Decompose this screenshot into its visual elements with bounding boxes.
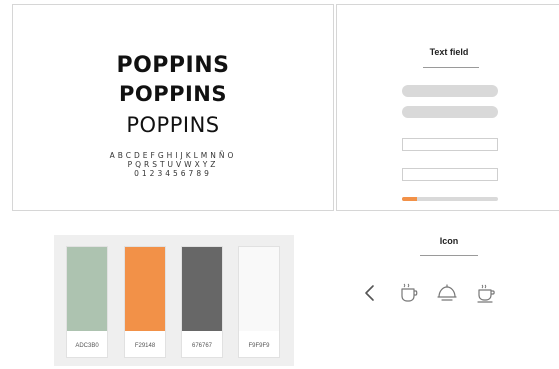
filled-text-field[interactable] xyxy=(402,106,498,118)
food-cloche-icon xyxy=(435,281,459,305)
tea-cup-icon xyxy=(474,281,498,305)
chevron-left-icon[interactable] xyxy=(361,281,379,305)
font-sample-bold: POPPINS xyxy=(118,82,228,106)
color-swatch xyxy=(182,247,222,331)
color-swatch xyxy=(67,247,107,331)
color-swatch-label: ADC3B0 xyxy=(75,343,99,349)
color-swatch-label: F29148 xyxy=(134,343,156,349)
progress-bar xyxy=(402,197,498,201)
color-swatch xyxy=(239,247,279,331)
icon-section-title: Icon xyxy=(439,236,459,246)
color-swatch-label: 676767 xyxy=(191,343,213,349)
text-field-panel: Text field xyxy=(336,4,559,211)
color-swatch xyxy=(125,247,165,331)
font-sample-regular: POPPINS xyxy=(126,113,220,137)
glyph-sample-line-1: ABCDEFGHIJKLMNÑO xyxy=(109,151,237,160)
glyph-sample-line-3: 0123456789 xyxy=(134,169,212,178)
icon-section-title-underline xyxy=(420,255,478,256)
filled-text-field[interactable] xyxy=(402,85,498,97)
color-swatch-card: 676767 xyxy=(181,246,223,358)
font-sample-black: POPPINS xyxy=(116,53,230,78)
outlined-text-field[interactable] xyxy=(402,138,498,151)
glyph-sample-line-2: PQRSTUVWXYZ xyxy=(127,160,219,169)
color-palette-panel: ADC3B0 F29148 676767 F9F9F9 xyxy=(54,235,294,366)
color-swatch-card: ADC3B0 xyxy=(66,246,108,358)
color-swatch-label: F9F9F9 xyxy=(248,343,270,349)
typography-panel: POPPINS POPPINS POPPINS ABCDEFGHIJKLMNÑO… xyxy=(12,4,334,211)
coffee-cup-icon xyxy=(396,281,420,305)
color-swatch-card: F29148 xyxy=(124,246,166,358)
progress-bar-fill xyxy=(402,197,418,201)
outlined-text-field[interactable] xyxy=(402,168,498,181)
text-field-title: Text field xyxy=(429,47,469,57)
color-swatch-card: F9F9F9 xyxy=(238,246,280,358)
text-field-title-underline xyxy=(423,67,479,68)
